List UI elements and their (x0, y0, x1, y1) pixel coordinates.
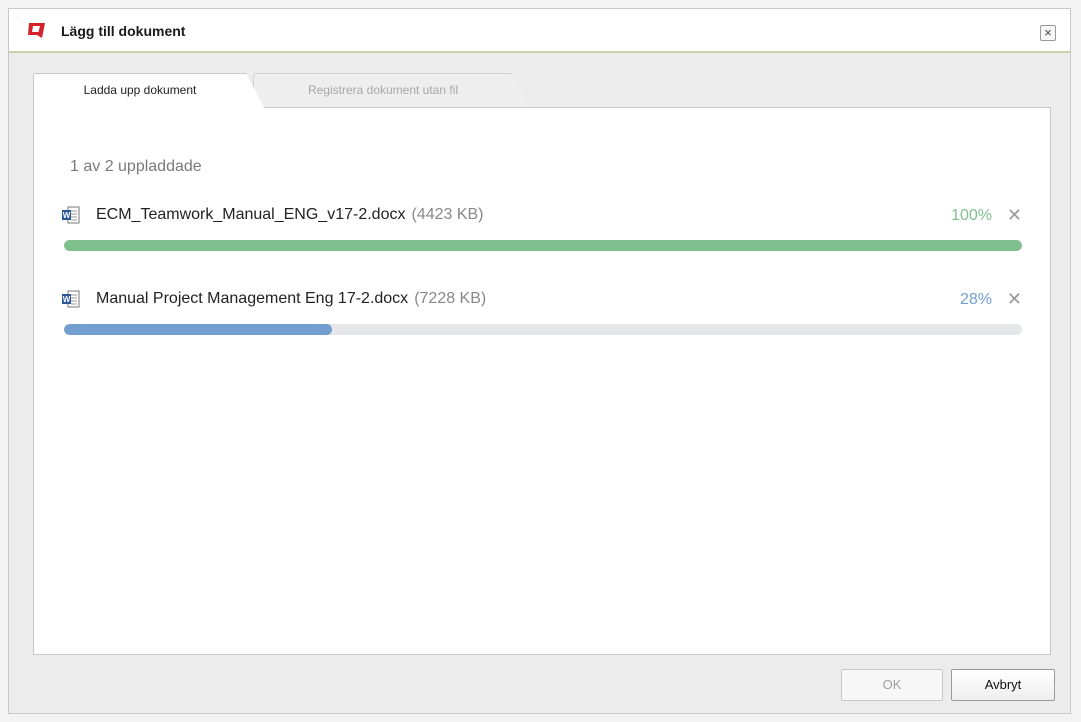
upload-progress-bar (64, 240, 1022, 251)
upload-progress-bar (64, 324, 1022, 335)
file-name: Manual Project Management Eng 17-2.docx (96, 290, 409, 307)
add-document-dialog: Lägg till dokument × Ladda upp dokument … (8, 8, 1071, 714)
upload-status: 1 av 2 uppladdade (70, 158, 202, 175)
ok-button[interactable]: OK (841, 669, 943, 701)
remove-file-icon[interactable]: ✕ (1007, 290, 1022, 308)
word-document-icon: W (62, 206, 80, 224)
upload-percent: 28% (959, 291, 992, 308)
cancel-button[interactable]: Avbryt (951, 669, 1055, 701)
dialog-title: Lägg till dokument (61, 23, 186, 39)
file-name: ECM_Teamwork_Manual_ENG_v17-2.docx (96, 206, 406, 223)
tab-upload-document[interactable]: Ladda upp dokument (33, 73, 264, 108)
upload-file-row: W ECM_Teamwork_Manual_ENG_v17-2.docx (442… (62, 206, 1024, 256)
app-logo-icon (28, 23, 45, 38)
dialog-titlebar: Lägg till dokument × (9, 9, 1070, 53)
upload-percent: 100% (951, 207, 992, 224)
file-size: (7228 KB) (414, 290, 487, 307)
upload-progress-fill (64, 240, 1022, 251)
file-size: (4423 KB) (411, 206, 484, 223)
close-button[interactable]: × (1040, 25, 1056, 41)
upload-panel: 1 av 2 uppladdade W ECM_Teamwork_Manual_… (33, 107, 1051, 655)
svg-text:W: W (63, 295, 71, 304)
upload-file-row: W Manual Project Management Eng 17-2.doc… (62, 290, 1024, 340)
remove-file-icon[interactable]: ✕ (1007, 206, 1022, 224)
upload-progress-fill (64, 324, 333, 335)
tab-register-without-file[interactable]: Registrera dokument utan fil (253, 73, 528, 107)
svg-text:W: W (63, 211, 71, 220)
word-document-icon: W (62, 290, 80, 308)
